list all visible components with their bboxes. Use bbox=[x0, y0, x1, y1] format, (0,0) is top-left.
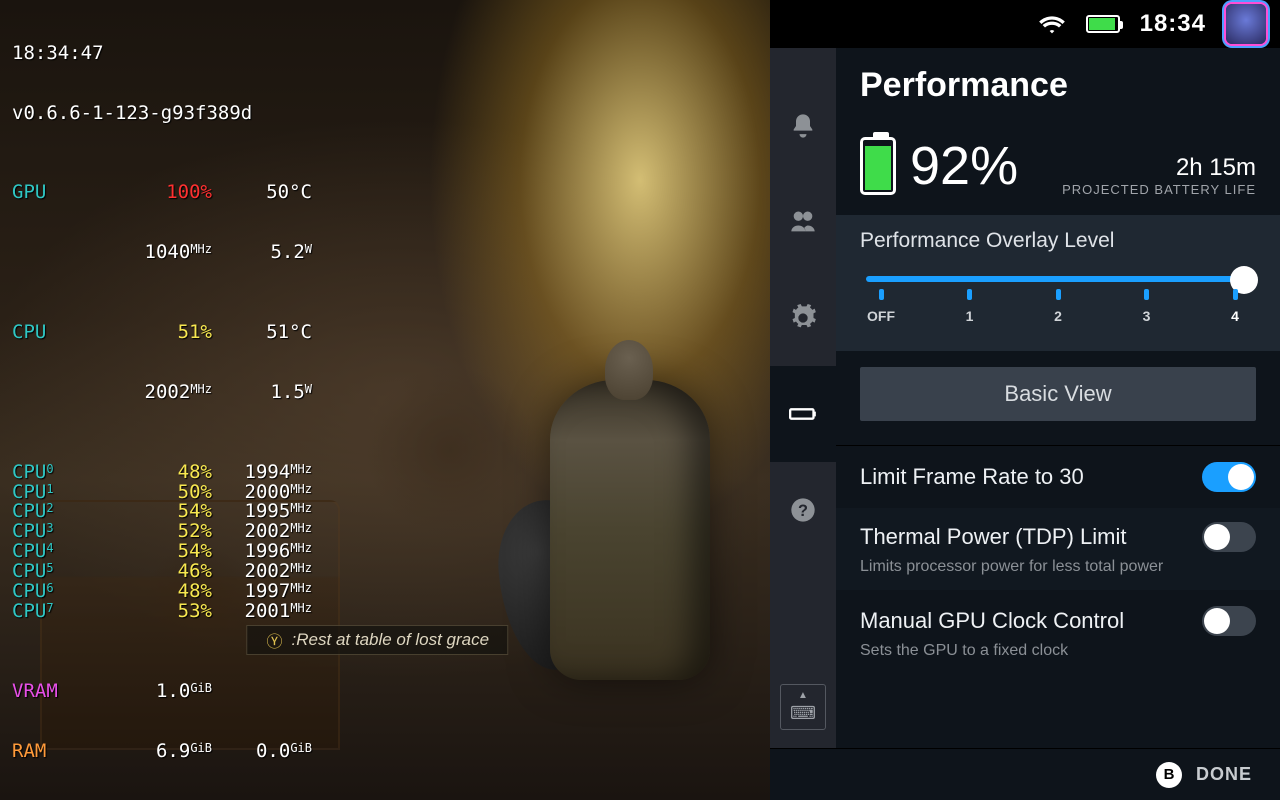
toggle-switch[interactable] bbox=[1202, 462, 1256, 492]
battery-status-card: 92% 2h 15m PROJECTED BATTERY LIFE bbox=[836, 123, 1280, 215]
battery-large-icon bbox=[860, 137, 896, 195]
gpu-usage: 100% bbox=[122, 183, 212, 203]
basic-view-button[interactable]: Basic View bbox=[860, 367, 1256, 421]
cpu-core-label: CPU6 bbox=[12, 582, 122, 602]
ram-value: 6.9 bbox=[156, 740, 190, 762]
cpu-core-usage: 46% bbox=[122, 562, 212, 582]
cpu-core-label: CPU3 bbox=[12, 522, 122, 542]
setting-row[interactable]: Manual GPU Clock Control Sets the GPU to … bbox=[836, 590, 1280, 674]
cpu-core-label: CPU4 bbox=[12, 542, 122, 562]
status-bar: 18:34 bbox=[770, 0, 1280, 48]
overlay-level-slider[interactable]: OFF1234 bbox=[860, 267, 1256, 303]
setting-row[interactable]: Limit Frame Rate to 30 bbox=[836, 446, 1280, 506]
setting-title: Manual GPU Clock Control bbox=[860, 608, 1124, 634]
vram-value: 1.0 bbox=[156, 680, 190, 702]
tab-performance[interactable] bbox=[770, 366, 836, 462]
setting-title: Limit Frame Rate to 30 bbox=[860, 464, 1084, 490]
overlay-level-label: Performance Overlay Level bbox=[860, 229, 1256, 253]
cpu-core-usage: 54% bbox=[122, 542, 212, 562]
gpu-temp: 50°C bbox=[212, 183, 312, 203]
cpu-temp: 51°C bbox=[212, 323, 312, 343]
setting-description: Sets the GPU to a fixed clock bbox=[860, 642, 1256, 660]
tab-help[interactable]: ? bbox=[770, 462, 836, 558]
cpu-power: 1.5 bbox=[270, 381, 304, 403]
wifi-icon bbox=[1038, 10, 1066, 38]
panel-footer: B DONE bbox=[770, 748, 1280, 800]
slider-tick-label: 1 bbox=[966, 308, 974, 324]
cpu-core-clock: 2002MHz bbox=[212, 522, 312, 542]
toggle-switch[interactable] bbox=[1202, 606, 1256, 636]
cpu-core-clock: 1995MHz bbox=[212, 502, 312, 522]
toggle-switch[interactable] bbox=[1202, 522, 1256, 552]
slider-tick-label: 4 bbox=[1231, 308, 1239, 324]
game-viewport: Ⓨ :Rest at table of lost grace 18:34:47 … bbox=[0, 0, 770, 800]
overlay-time: 18:34:47 bbox=[12, 44, 104, 64]
battery-time-sublabel: PROJECTED BATTERY LIFE bbox=[1062, 182, 1256, 197]
battery-icon bbox=[1086, 15, 1120, 33]
tab-settings[interactable] bbox=[770, 270, 836, 366]
b-button-icon: B bbox=[1156, 762, 1182, 788]
slider-tick-label: 3 bbox=[1143, 308, 1151, 324]
keyboard-icon: ⌨ bbox=[790, 703, 816, 724]
cpu-label: CPU bbox=[12, 323, 122, 343]
help-icon: ? bbox=[789, 496, 817, 524]
cpu-core-clock: 2001MHz bbox=[212, 602, 312, 622]
panel-title: Performance bbox=[836, 66, 1280, 123]
cpu-core-clock: 1994MHz bbox=[212, 463, 312, 483]
ram-label: RAM bbox=[12, 742, 122, 762]
battery-time-remaining: 2h 15m bbox=[1062, 154, 1256, 182]
setting-title: Thermal Power (TDP) Limit bbox=[860, 524, 1126, 550]
game-player-character bbox=[550, 380, 710, 680]
avatar[interactable] bbox=[1226, 4, 1266, 44]
cpu-core-usage: 48% bbox=[122, 582, 212, 602]
game-action-prompt-text: :Rest at table of lost grace bbox=[292, 630, 490, 650]
vram-label: VRAM bbox=[12, 682, 122, 702]
ram-value2: 0.0 bbox=[256, 740, 290, 762]
cpu-core-clock: 2000MHz bbox=[212, 483, 312, 503]
cpu-core-label: CPU7 bbox=[12, 602, 122, 622]
svg-text:?: ? bbox=[798, 502, 808, 520]
quick-access-tab-strip: ? ▲ ⌨ bbox=[770, 48, 836, 748]
friends-icon bbox=[789, 208, 817, 236]
gpu-label: GPU bbox=[12, 183, 122, 203]
cpu-core-usage: 52% bbox=[122, 522, 212, 542]
cpu-core-usage: 54% bbox=[122, 502, 212, 522]
setting-description: Limits processor power for less total po… bbox=[860, 558, 1256, 576]
tab-friends[interactable] bbox=[770, 174, 836, 270]
gear-icon bbox=[789, 304, 817, 332]
bell-icon bbox=[789, 112, 817, 140]
performance-overlay: 18:34:47 v0.6.6-1-123-g93f389d GPU 100% … bbox=[12, 4, 312, 800]
gpu-clock: 1040 bbox=[145, 241, 191, 263]
overlay-level-section: Performance Overlay Level OFF1234 bbox=[836, 215, 1280, 351]
cpu-usage: 51% bbox=[122, 323, 212, 343]
gpu-power: 5.2 bbox=[270, 241, 304, 263]
cpu-core-clock: 1997MHz bbox=[212, 582, 312, 602]
cpu-core-usage: 50% bbox=[122, 483, 212, 503]
chevron-up-icon: ▲ bbox=[798, 690, 808, 701]
cpu-core-clock: 1996MHz bbox=[212, 542, 312, 562]
battery-tab-icon bbox=[789, 400, 817, 428]
cpu-core-clock: 2002MHz bbox=[212, 562, 312, 582]
cpu-core-label: CPU1 bbox=[12, 483, 122, 503]
cpu-core-label: CPU0 bbox=[12, 463, 122, 483]
cpu-core-usage: 48% bbox=[122, 463, 212, 483]
setting-row[interactable]: Thermal Power (TDP) Limit Limits processo… bbox=[836, 506, 1280, 590]
virtual-keyboard-button[interactable]: ▲ ⌨ bbox=[780, 684, 826, 730]
cpu-core-usage: 53% bbox=[122, 602, 212, 622]
overlay-version: v0.6.6-1-123-g93f389d bbox=[12, 104, 252, 124]
battery-percent: 92% bbox=[910, 135, 1018, 197]
cpu-core-label: CPU2 bbox=[12, 502, 122, 522]
status-clock: 18:34 bbox=[1140, 10, 1206, 38]
quick-access-panel: 18:34 ? ▲ bbox=[770, 0, 1280, 800]
performance-settings-list: Limit Frame Rate to 30 Thermal Power (TDP… bbox=[836, 445, 1280, 674]
cpu-core-label: CPU5 bbox=[12, 562, 122, 582]
slider-tick-label: OFF bbox=[867, 308, 895, 324]
done-button[interactable]: DONE bbox=[1196, 764, 1252, 785]
cpu-clock: 2002 bbox=[145, 381, 191, 403]
tab-notifications[interactable] bbox=[770, 78, 836, 174]
slider-tick-label: 2 bbox=[1054, 308, 1062, 324]
